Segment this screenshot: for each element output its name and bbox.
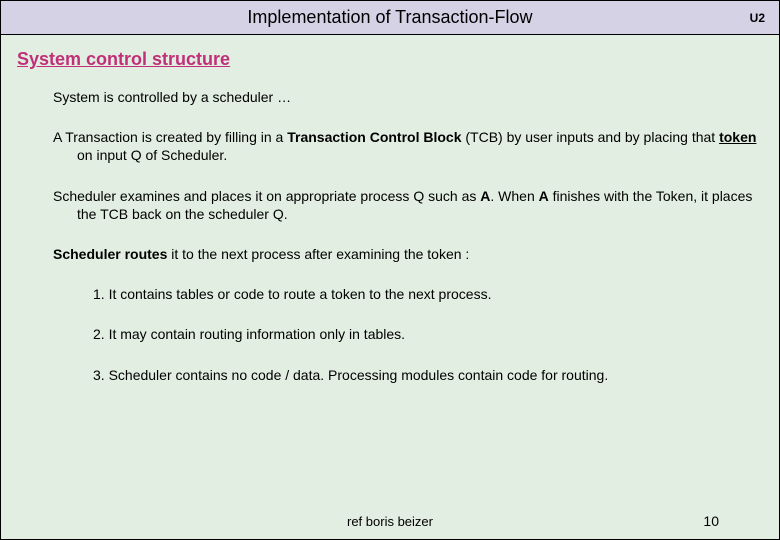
- routes-term: Scheduler routes: [53, 246, 167, 262]
- footer-reference: ref boris beizer: [1, 514, 779, 529]
- process-a-2: A: [539, 188, 549, 204]
- list-item: 3. Scheduler contains no code / data. Pr…: [93, 366, 763, 384]
- para-tcb: A Transaction is created by filling in a…: [53, 128, 763, 164]
- slide-title: Implementation of Transaction-Flow: [247, 7, 532, 28]
- title-bar: Implementation of Transaction-Flow U2: [1, 1, 779, 35]
- list-item: 1. It contains tables or code to route a…: [93, 285, 763, 303]
- list-item: 2. It may contain routing information on…: [93, 325, 763, 343]
- para-intro: System is controlled by a scheduler …: [53, 88, 763, 106]
- numbered-list: 1. It contains tables or code to route a…: [93, 285, 763, 384]
- text: it to the next process after examining t…: [167, 246, 469, 262]
- text: A Transaction is created by filling in a: [53, 129, 287, 145]
- text: . When: [490, 188, 538, 204]
- text: on input Q of Scheduler.: [77, 147, 227, 163]
- text: (TCB) by user inputs and by placing that: [461, 129, 719, 145]
- unit-label: U2: [750, 11, 765, 25]
- page-number: 10: [703, 513, 719, 529]
- para-scheduler-examines: Scheduler examines and places it on appr…: [53, 187, 763, 223]
- text: Scheduler examines and places it on appr…: [53, 188, 480, 204]
- process-a-1: A: [480, 188, 490, 204]
- section-heading: System control structure: [17, 49, 763, 70]
- tcb-term: Transaction Control Block: [287, 129, 461, 145]
- token-term: token: [719, 129, 756, 145]
- slide: Implementation of Transaction-Flow U2 Sy…: [0, 0, 780, 540]
- para-scheduler-routes: Scheduler routes it to the next process …: [53, 245, 763, 263]
- slide-body: System control structure System is contr…: [1, 35, 779, 410]
